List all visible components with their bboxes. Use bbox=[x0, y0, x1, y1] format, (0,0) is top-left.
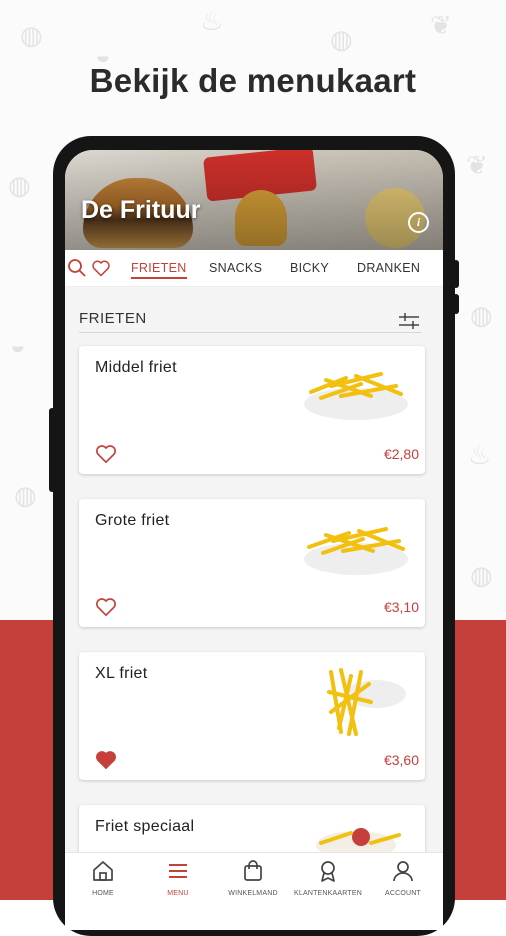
tab-dranken[interactable]: DRANKEN bbox=[357, 261, 420, 275]
product-name: XL friet bbox=[95, 665, 148, 682]
tab-snacks[interactable]: SNACKS bbox=[209, 261, 262, 275]
product-name: Middel friet bbox=[95, 359, 177, 376]
burger-doodle-icon: ◒ bbox=[10, 330, 26, 360]
favorite-heart-icon[interactable] bbox=[95, 444, 117, 469]
favorites-heart-icon[interactable] bbox=[91, 258, 111, 283]
nav-label: MENU bbox=[167, 890, 189, 897]
leaf-doodle-icon: ❦ bbox=[466, 150, 488, 180]
phone-frame: De Frituur i FRIETEN SNACKS BICKY DRANKE… bbox=[49, 136, 459, 936]
tab-bicky[interactable]: BICKY bbox=[290, 261, 329, 275]
category-tabs: FRIETEN SNACKS BICKY DRANKEN bbox=[65, 250, 443, 287]
award-icon bbox=[316, 861, 340, 887]
fries-doodle-icon: ♨ bbox=[200, 6, 224, 36]
fries-image bbox=[301, 662, 411, 747]
nav-label: ACCOUNT bbox=[384, 890, 421, 897]
app-screen: De Frituur i FRIETEN SNACKS BICKY DRANKE… bbox=[65, 150, 443, 930]
fries-doodle-icon: ♨ bbox=[468, 440, 492, 470]
section-divider bbox=[79, 332, 421, 333]
volume-button bbox=[453, 260, 459, 288]
section-title: FRIETEN bbox=[79, 310, 147, 327]
fries-image bbox=[301, 356, 411, 431]
basket-icon bbox=[241, 860, 265, 887]
egg-doodle-icon: ◍ bbox=[330, 24, 353, 54]
favorite-heart-icon[interactable] bbox=[95, 597, 117, 622]
menu-icon bbox=[166, 864, 190, 887]
product-card[interactable]: XL friet €3,60 bbox=[79, 652, 425, 780]
search-icon[interactable] bbox=[67, 258, 87, 283]
egg-doodle-icon: ◍ bbox=[470, 560, 493, 590]
nav-label: HOME bbox=[92, 890, 114, 897]
product-price: €3,10 bbox=[383, 599, 419, 615]
egg-doodle-icon: ◍ bbox=[14, 480, 37, 510]
leaf-doodle-icon: ❦ bbox=[430, 10, 452, 40]
restaurant-name: De Frituur bbox=[81, 196, 201, 224]
product-card[interactable]: Grote friet €3,10 bbox=[79, 499, 425, 627]
info-icon[interactable]: i bbox=[408, 212, 429, 233]
product-name: Grote friet bbox=[95, 512, 170, 529]
bottom-navigation: HOME MENU WINKELMAND KLANTENKAARTEN ACCO… bbox=[65, 852, 443, 930]
volume-button bbox=[453, 294, 459, 314]
product-price: €3,60 bbox=[383, 752, 419, 768]
tab-frieten[interactable]: FRIETEN bbox=[131, 261, 187, 279]
fries-image bbox=[301, 509, 411, 584]
product-name: Friet speciaal bbox=[95, 818, 195, 835]
nav-label: WINKELMAND bbox=[228, 890, 278, 897]
nav-label: KLANTENKAARTEN bbox=[293, 890, 363, 897]
product-card[interactable]: Middel friet €2,80 bbox=[79, 346, 425, 474]
restaurant-banner: De Frituur i bbox=[65, 150, 443, 250]
favorite-heart-icon[interactable] bbox=[95, 750, 117, 775]
power-button bbox=[49, 408, 55, 492]
product-price: €2,80 bbox=[383, 446, 419, 462]
account-icon bbox=[391, 861, 415, 887]
home-icon bbox=[91, 861, 115, 887]
nav-menu[interactable]: MENU bbox=[140, 859, 216, 897]
egg-doodle-icon: ◍ bbox=[470, 300, 493, 330]
nav-account[interactable]: ACCOUNT bbox=[365, 859, 441, 897]
nav-basket[interactable]: WINKELMAND bbox=[215, 859, 291, 897]
egg-doodle-icon: ◍ bbox=[8, 170, 31, 200]
nav-home[interactable]: HOME bbox=[65, 859, 141, 897]
page-headline: Bekijk de menukaart bbox=[89, 62, 417, 99]
egg-doodle-icon: ◍ bbox=[20, 20, 43, 50]
nav-loyalty-cards[interactable]: KLANTENKAARTEN bbox=[290, 859, 366, 897]
